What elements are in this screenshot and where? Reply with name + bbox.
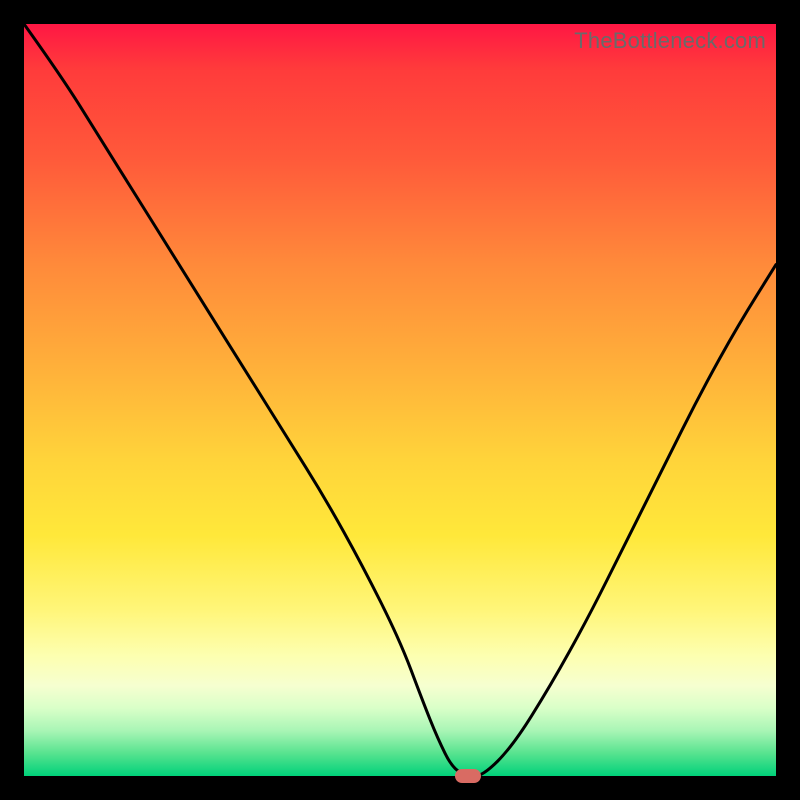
curve-path bbox=[24, 24, 776, 776]
chart-frame: TheBottleneck.com bbox=[0, 0, 800, 800]
plot-area: TheBottleneck.com bbox=[24, 24, 776, 776]
optimal-marker bbox=[455, 769, 481, 783]
bottleneck-curve bbox=[24, 24, 776, 776]
